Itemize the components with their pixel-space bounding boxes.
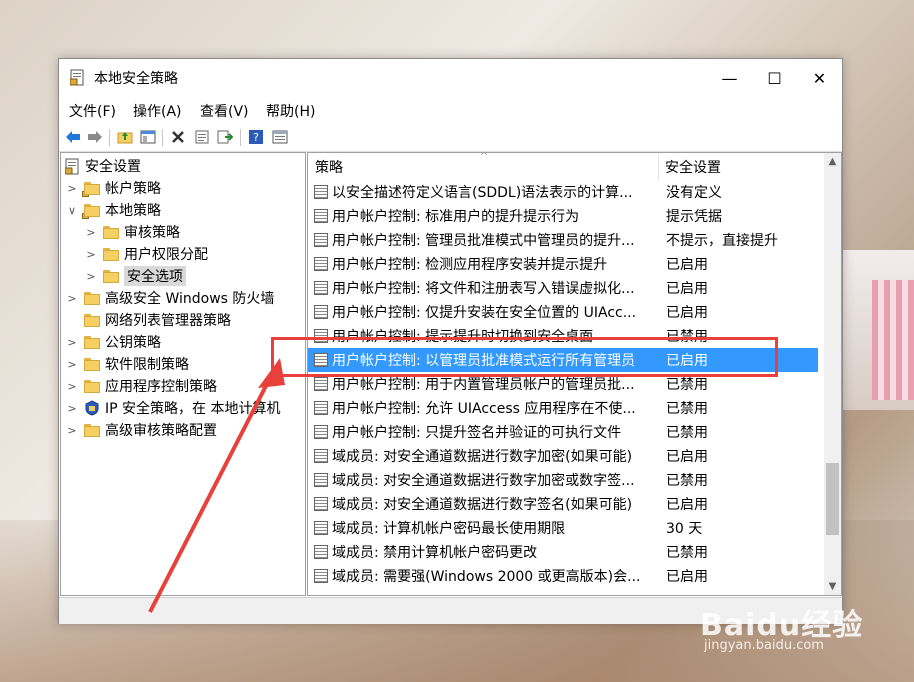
watermark-url: jingyan.baidu.com xyxy=(704,638,824,653)
baidu-watermark: Baidu经验 jingyan.baidu.com xyxy=(700,600,863,653)
arrow-annotation xyxy=(148,358,285,613)
